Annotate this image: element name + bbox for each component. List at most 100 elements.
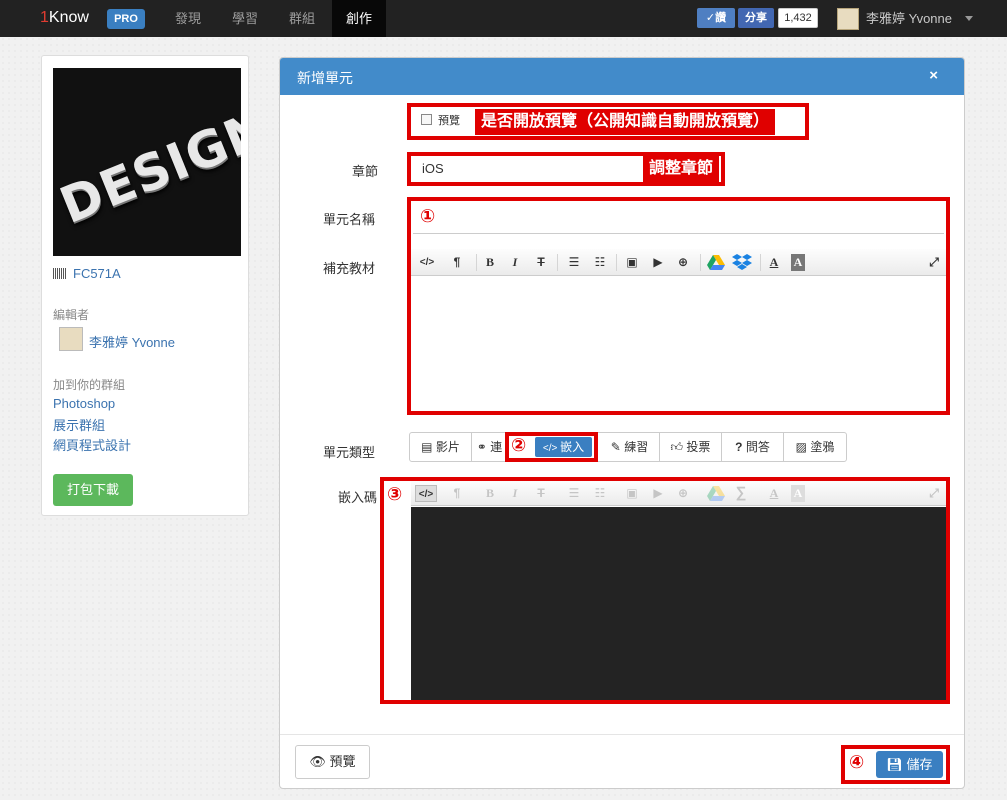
picture-icon: ▨	[795, 440, 811, 454]
toolbar-divider	[476, 254, 477, 271]
preview-button[interactable]: 👁︎ 預覽	[295, 745, 370, 779]
cover-text: DESIGN	[53, 99, 241, 235]
group-link[interactable]: 展示群組	[53, 415, 105, 434]
save-button[interactable]: 💾︎ 儲存	[876, 751, 943, 778]
edit-icon: ✎	[610, 440, 625, 454]
material-toolbar: </> ¶ B I T ☰ ☷ ▣ ▶ ⊕ A A ⤢	[411, 249, 946, 276]
nav-create[interactable]: 創作	[332, 0, 387, 37]
embed-code-editor[interactable]	[411, 507, 946, 700]
barcode-icon	[53, 268, 67, 279]
image-icon[interactable]: ▣	[623, 254, 641, 271]
toolbar-divider	[700, 254, 701, 271]
video-icon[interactable]: ▶	[649, 254, 667, 271]
type-embed-button[interactable]: </> 嵌入	[535, 437, 592, 457]
google-drive-icon	[707, 486, 725, 501]
font-color-icon: A	[769, 486, 779, 500]
brand-logo[interactable]: 1Know	[40, 9, 89, 27]
google-drive-icon[interactable]	[707, 254, 725, 270]
toolbar-divider	[557, 254, 558, 271]
expand-icon: ⤢	[929, 486, 939, 500]
type-video-label: 影片	[435, 440, 460, 454]
italic-icon[interactable]: I	[508, 254, 522, 271]
course-cover-image: DESIGN	[53, 68, 241, 256]
type-doodle-label: 塗鴉	[810, 440, 835, 454]
embed-label: 嵌入碼	[338, 490, 378, 505]
font-color-icon[interactable]: A	[767, 254, 781, 271]
pro-badge: PRO	[107, 9, 145, 29]
paragraph-icon: ¶	[453, 486, 461, 500]
type-video-button[interactable]: ▤ 影片	[410, 433, 472, 461]
type-doodle-button[interactable]: ▨ 塗鴉	[784, 433, 846, 461]
background-color-icon[interactable]: A	[791, 254, 805, 271]
modal-footer-divider	[280, 734, 964, 735]
numbered-list-icon: ☷	[594, 486, 606, 500]
share-button[interactable]: 分享	[738, 8, 774, 28]
nav-discover[interactable]: 發現	[161, 0, 215, 37]
brand-digit: 1	[40, 9, 49, 26]
user-name[interactable]: 李雅婷 Yvonne	[866, 0, 952, 37]
type-qa-label: 問答	[745, 440, 770, 454]
close-icon[interactable]: ×	[929, 67, 938, 84]
share-count: 1,432	[778, 8, 818, 28]
embed-toolbar: </> ¶ B I T ☰ ☷ ▣ ▶ ⊕ ∑ A A ⤢	[411, 481, 946, 506]
nav-groups[interactable]: 群組	[275, 0, 329, 37]
paragraph-icon[interactable]: ¶	[449, 254, 465, 271]
checkbox-icon[interactable]	[421, 114, 432, 125]
code-view-icon[interactable]: </>	[415, 485, 437, 502]
chevron-down-icon[interactable]	[965, 16, 973, 21]
background-color-icon: A	[791, 485, 805, 502]
unit-name-label: 單元名稱	[323, 212, 376, 227]
material-label: 補充教材	[323, 261, 376, 276]
user-avatar[interactable]	[837, 8, 859, 30]
bold-icon[interactable]: B	[483, 254, 497, 271]
toolbar-divider	[616, 254, 617, 271]
type-exercise-label: 練習	[624, 440, 649, 454]
preview-note: 是否開放預覽（公開知識自動開放預覽）	[475, 109, 776, 135]
eye-icon: 👁︎	[309, 754, 330, 769]
material-editor[interactable]	[411, 277, 946, 411]
unit-type-group: ▤ 影片 ⚭ 連 ✎ 練習 👍︎ 投票 ? 問答 ▨ 塗鴉	[409, 432, 847, 462]
editor-avatar	[59, 327, 83, 351]
numbered-list-icon[interactable]: ☷	[592, 254, 608, 271]
strikethrough-icon: T	[537, 486, 545, 500]
editor-name[interactable]: 李雅婷 Yvonne	[89, 332, 175, 351]
group-label: 加到你的群組	[53, 378, 126, 392]
floppy-icon: 💾︎	[886, 757, 907, 772]
link-icon: ⊕	[677, 486, 689, 500]
course-card: DESIGN FC571A 編輯者 李雅婷 Yvonne 加到你的群組 Phot…	[41, 55, 249, 516]
like-button[interactable]: ✓讚	[697, 8, 735, 28]
bullet-list-icon[interactable]: ☰	[566, 254, 582, 271]
preview-checkbox[interactable]: 預覽	[413, 108, 475, 134]
preview-button-label: 預覽	[329, 754, 356, 769]
chapter-field[interactable]: iOS	[413, 157, 641, 181]
link-icon[interactable]: ⊕	[674, 254, 692, 271]
save-button-label: 儲存	[906, 757, 933, 772]
film-icon: ▤	[421, 440, 436, 454]
thumbs-up-icon: 👍︎	[670, 440, 687, 454]
type-vote-button[interactable]: 👍︎ 投票	[660, 433, 722, 461]
group-link[interactable]: 網頁程式設計	[53, 435, 131, 454]
dropbox-icon[interactable]	[732, 253, 752, 271]
nav-learn[interactable]: 學習	[218, 0, 272, 37]
modal-header: 新增單元 ×	[280, 58, 964, 95]
unit-type-label: 單元類型	[323, 445, 376, 460]
marker-two: ②	[511, 435, 527, 456]
preview-checkbox-label: 預覽	[438, 115, 460, 127]
unit-name-field[interactable]	[413, 201, 944, 234]
type-link-button[interactable]: ⚭ 連	[472, 433, 508, 461]
expand-icon[interactable]: ⤢	[927, 254, 941, 271]
bold-icon: B	[485, 486, 494, 500]
modal-title: 新增單元	[297, 70, 353, 86]
strikethrough-icon[interactable]: T	[534, 254, 548, 271]
group-link[interactable]: Photoshop	[53, 396, 115, 411]
type-link-label: 連	[490, 440, 503, 454]
type-exercise-button[interactable]: ✎ 練習	[600, 433, 660, 461]
question-icon: ?	[735, 440, 746, 454]
type-qa-button[interactable]: ? 問答	[722, 433, 784, 461]
italic-icon: I	[512, 486, 518, 500]
code-view-icon[interactable]: </>	[415, 254, 439, 271]
course-code-text: FC571A	[73, 266, 121, 281]
course-code[interactable]: FC571A	[53, 266, 121, 281]
download-button[interactable]: 打包下載	[53, 474, 133, 506]
bullet-list-icon: ☰	[568, 486, 580, 500]
